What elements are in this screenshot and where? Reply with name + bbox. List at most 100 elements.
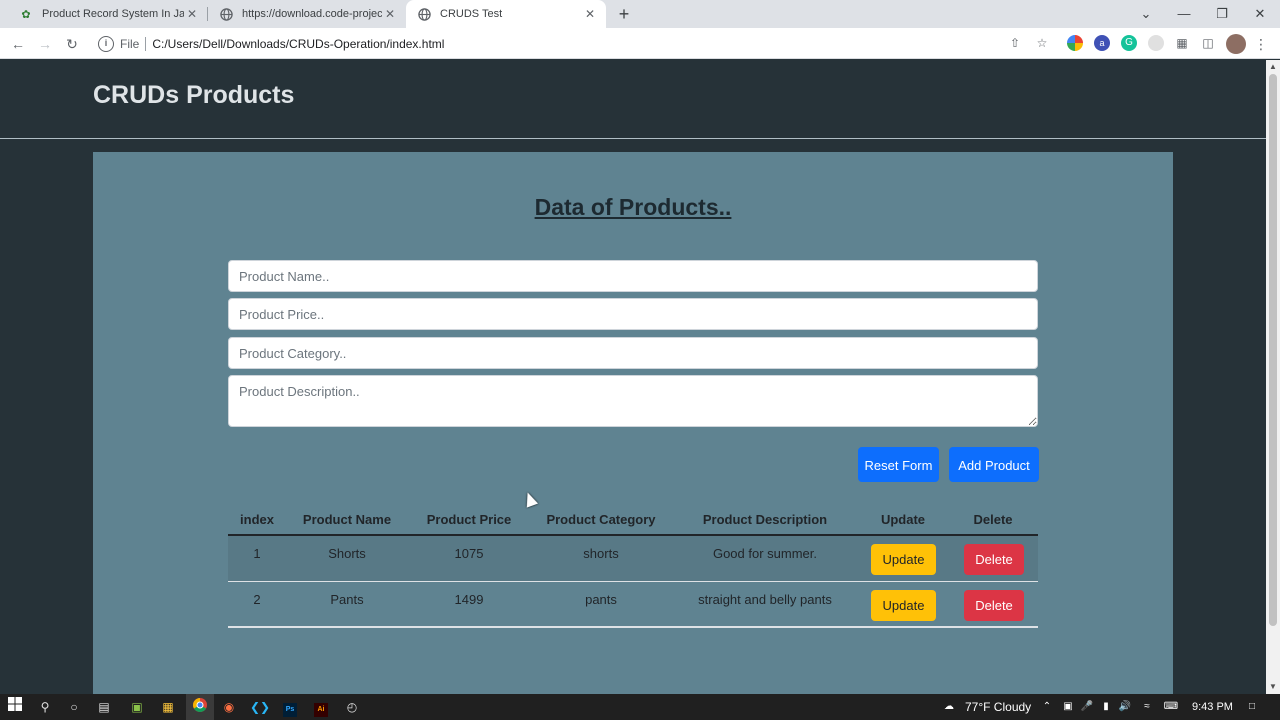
tab-title: Product Record System In JavaSc: [42, 8, 184, 20]
microphone-icon[interactable]: 🎤: [1080, 699, 1094, 715]
extensions-puzzle-icon[interactable]: ▦: [1174, 35, 1190, 51]
info-icon[interactable]: i: [98, 35, 114, 52]
menu-dots-icon[interactable]: ⋮: [1254, 36, 1268, 52]
browser-tab-1[interactable]: ✿ Product Record System In JavaSc ✕: [8, 0, 208, 28]
add-product-button[interactable]: Add Product: [949, 447, 1039, 482]
close-tab-icon[interactable]: ✕: [382, 7, 398, 21]
column-header-delete: Delete: [973, 512, 1013, 527]
cell-category: pants: [585, 592, 617, 607]
meet-now-icon[interactable]: ▣: [1061, 699, 1075, 715]
cell-description: straight and belly pants: [698, 592, 832, 607]
browser-toolbar: ← → ↻ i File C:/Users/Dell/Downloads/CRU…: [0, 28, 1280, 59]
back-arrow-icon[interactable]: ←: [8, 34, 28, 54]
extension-gray-icon[interactable]: [1148, 35, 1164, 51]
search-icon[interactable]: ⚲: [35, 697, 55, 717]
chrome-icon[interactable]: [190, 697, 210, 717]
tab-title: https://download.code-projects.o: [242, 8, 382, 20]
cortana-icon[interactable]: ○: [64, 697, 84, 717]
extension-color-icon[interactable]: [1067, 35, 1083, 51]
reset-form-button[interactable]: Reset Form: [858, 447, 939, 482]
windows-start-icon[interactable]: [5, 697, 25, 717]
column-header-name: Product Name: [302, 512, 392, 527]
cell-description: Good for summer.: [712, 546, 818, 561]
browser-tabstrip: ✿ Product Record System In JavaSc ✕ http…: [0, 0, 1280, 28]
illustrator-icon[interactable]: Ai: [311, 697, 331, 717]
volume-icon[interactable]: 🔊: [1118, 699, 1132, 715]
cell-price: 1499: [454, 592, 484, 607]
scrollbar-thumb[interactable]: [1269, 74, 1277, 626]
forward-arrow-icon[interactable]: →: [35, 34, 55, 54]
minimize-button[interactable]: —: [1165, 0, 1203, 28]
update-button[interactable]: Update: [871, 544, 936, 575]
app-orange-icon[interactable]: ◉: [219, 697, 239, 717]
column-header-update: Update: [880, 512, 926, 527]
scroll-up-icon[interactable]: ▲: [1266, 60, 1280, 74]
battery-icon[interactable]: ▮: [1099, 699, 1113, 715]
chevron-up-icon[interactable]: ⌃: [1040, 699, 1054, 715]
file-explorer-icon[interactable]: ▦: [158, 697, 178, 717]
maximize-button[interactable]: ❐: [1203, 0, 1241, 28]
notifications-icon[interactable]: □: [1245, 699, 1259, 715]
vscode-icon[interactable]: ❮❯: [250, 697, 270, 717]
cell-name: Shorts: [328, 546, 366, 561]
new-tab-button[interactable]: +: [614, 4, 634, 24]
globe-icon: [416, 6, 432, 22]
weather-text[interactable]: 77°F Cloudy: [965, 694, 1031, 720]
column-header-category: Product Category: [546, 512, 656, 527]
browser-tab-3-active[interactable]: CRUDS Test ✕: [406, 0, 606, 28]
delete-button[interactable]: Delete: [964, 590, 1024, 621]
page-scrollbar[interactable]: ▲ ▼: [1266, 60, 1280, 694]
product-category-input[interactable]: [228, 337, 1038, 369]
page-title: Data of Products..: [534, 194, 732, 220]
close-tab-icon[interactable]: ✕: [184, 7, 200, 21]
browser-tab-2[interactable]: https://download.code-projects.o ✕: [208, 0, 406, 28]
brand-title: CRUDs Products: [93, 81, 295, 109]
update-button[interactable]: Update: [871, 590, 936, 621]
tab-search-chevron-icon[interactable]: ⌄: [1127, 0, 1165, 28]
wifi-icon[interactable]: ≈: [1140, 699, 1154, 715]
table-row: 1 Shorts 1075 shorts Good for summer. Up…: [228, 536, 1038, 582]
share-icon[interactable]: ⇧: [1007, 35, 1023, 51]
table-header: index Product Name Product Price Product…: [228, 504, 1038, 536]
notepad-app-icon[interactable]: ▣: [127, 697, 147, 717]
address-divider: [145, 36, 147, 51]
cloud-icon: ☁: [944, 701, 954, 712]
product-description-input[interactable]: [228, 375, 1038, 427]
windows-taskbar: ⚲ ○ ▤ ▣ ▦ ◉ ❮❯ Ps Ai ◴ ☁ 77°F Cloudy ⌃ ▣…: [0, 694, 1280, 720]
web-page: CRUDs Products Data of Products.. Reset …: [0, 60, 1266, 694]
close-tab-icon[interactable]: ✕: [582, 7, 598, 21]
profile-avatar[interactable]: [1226, 34, 1246, 54]
address-protocol: File: [120, 36, 140, 51]
leaf-icon: ✿: [21, 8, 31, 21]
photoshop-icon[interactable]: Ps: [280, 697, 300, 717]
clock-app-icon[interactable]: ◴: [342, 697, 362, 717]
cell-index: 2: [253, 592, 261, 607]
delete-button[interactable]: Delete: [964, 544, 1024, 575]
header-divider: [0, 138, 1266, 139]
column-header-index: index: [240, 512, 274, 527]
column-header-description: Product Description: [702, 512, 828, 527]
close-window-button[interactable]: ✕: [1241, 0, 1279, 28]
tab-title: CRUDS Test: [440, 8, 503, 20]
task-view-icon[interactable]: ▤: [94, 697, 114, 717]
products-panel: Data of Products.. Reset Form Add Produc…: [93, 152, 1173, 694]
address-url[interactable]: C:/Users/Dell/Downloads/CRUDs-Operation/…: [152, 37, 444, 51]
table-row: 2 Pants 1499 pants straight and belly pa…: [228, 582, 1038, 628]
cell-index: 1: [253, 546, 261, 561]
scroll-down-icon[interactable]: ▼: [1266, 680, 1280, 694]
grammarly-icon[interactable]: G: [1121, 35, 1137, 51]
products-table: index Product Name Product Price Product…: [228, 504, 1038, 628]
side-panel-icon[interactable]: ◫: [1200, 35, 1216, 51]
clock-time[interactable]: 9:43 PM: [1192, 694, 1233, 720]
product-price-input[interactable]: [228, 298, 1038, 330]
extension-a-icon[interactable]: a: [1094, 35, 1110, 51]
bookmark-star-icon[interactable]: ☆: [1034, 35, 1050, 51]
cell-name: Pants: [330, 592, 364, 607]
reload-icon[interactable]: ↻: [62, 34, 82, 54]
globe-icon: [218, 6, 234, 22]
column-header-price: Product Price: [426, 512, 512, 527]
address-bar[interactable]: i File C:/Users/Dell/Downloads/CRUDs-Ope…: [92, 31, 1060, 56]
keyboard-icon[interactable]: ⌨: [1161, 699, 1181, 715]
cell-price: 1075: [454, 546, 484, 561]
product-name-input[interactable]: [228, 260, 1038, 292]
